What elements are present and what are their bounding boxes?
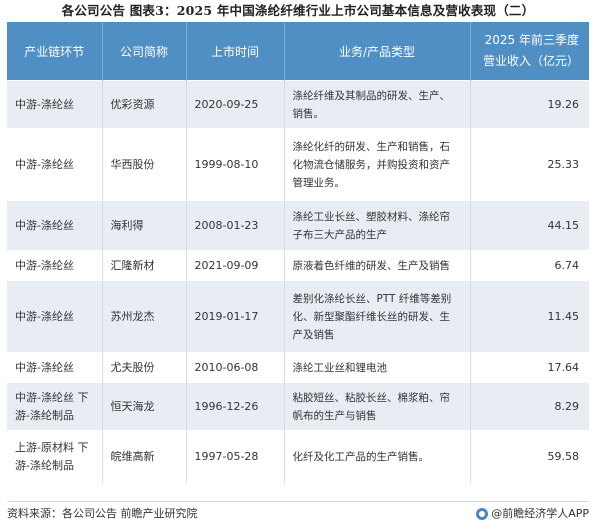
table-row: 中游-涤纶丝 汇隆新材 2021-09-09 原液着色纤维的研发、生产及销售 6… — [7, 250, 589, 281]
brand-text: @前瞻经济学人APP — [491, 507, 589, 520]
header-revenue-line2: 营业收入（亿元） — [482, 54, 579, 68]
cell-company: 汇隆新材 — [102, 250, 187, 281]
cell-company: 恒天海龙 — [102, 382, 187, 431]
table-row: 中游-涤纶丝 苏州龙杰 2019-01-17 差别化涤纶长丝、PTT 纤维等差别… — [7, 280, 589, 353]
cell-listed: 1999-08-10 — [186, 128, 285, 201]
header-revenue-line1: 2025 年前三季度 — [484, 33, 579, 47]
cell-chain: 中游-涤纶丝 — [7, 80, 103, 129]
cell-revenue: 19.26 — [470, 80, 589, 129]
cell-company: 苏州龙杰 — [102, 280, 187, 353]
cell-listed: 2021-09-09 — [186, 250, 285, 281]
table-row: 中游-涤纶丝 华西股份 1999-08-10 涤纶化纤的研发、生产和销售，石化物… — [7, 128, 589, 201]
header-listed: 上市时间 — [186, 22, 285, 81]
chart-title: 各公司公告 图表3：2025 年中国涤纶纤维行业上市公司基本信息及营收表现（二） — [61, 3, 535, 18]
cell-revenue: 59.58 — [470, 430, 589, 483]
cell-chain: 中游-涤纶丝 — [7, 128, 103, 201]
cell-listed: 2008-01-23 — [186, 200, 285, 251]
table-row: 中游-涤纶丝 尤夫股份 2010-06-08 涤纶工业丝和锂电池 17.64 — [7, 352, 589, 383]
brand-credit: @前瞻经济学人APP — [476, 504, 589, 524]
cell-revenue: 25.33 — [470, 128, 589, 201]
header-business: 业务/产品类型 — [284, 22, 471, 81]
cell-business: 原液着色纤维的研发、生产及销售 — [284, 250, 471, 281]
header-chain: 产业链环节 — [7, 22, 103, 81]
table-row: 中游-涤纶丝 下游-涤纶制品 恒天海龙 1996-12-26 粘胶短丝、粘胶长丝… — [7, 382, 589, 431]
cell-company: 皖维高新 — [102, 430, 187, 483]
cell-business: 涤纶工业长丝、塑胶材料、涤纶帘子布三大产品的生产 — [284, 200, 471, 251]
cell-chain: 上游-原材料 下游-涤纶制品 — [7, 430, 103, 483]
cell-company: 优彩资源 — [102, 80, 187, 129]
cell-company: 尤夫股份 — [102, 352, 187, 383]
company-table: 产业链环节 公司简称 上市时间 业务/产品类型 2025 年前三季度 营业收入（… — [7, 22, 589, 483]
cell-chain: 中游-涤纶丝 — [7, 352, 103, 383]
cell-listed: 2020-09-25 — [186, 80, 285, 129]
header-revenue: 2025 年前三季度 营业收入（亿元） — [470, 22, 589, 81]
cell-listed: 1997-05-28 — [186, 430, 285, 483]
table-row: 中游-涤纶丝 海利得 2008-01-23 涤纶工业长丝、塑胶材料、涤纶帘子布三… — [7, 200, 589, 251]
cell-listed: 2019-01-17 — [186, 280, 285, 353]
cell-revenue: 44.15 — [470, 200, 589, 251]
brand-logo-icon — [476, 508, 489, 520]
cell-company: 华西股份 — [102, 128, 187, 201]
cell-company: 海利得 — [102, 200, 187, 251]
table-row: 中游-涤纶丝 优彩资源 2020-09-25 涤纶纤维及其制品的研发、生产、销售… — [7, 80, 589, 129]
source-note: 资料来源：各公司公告 前瞻产业研究院 — [7, 507, 198, 520]
cell-revenue: 17.64 — [470, 352, 589, 383]
footer-divider — [7, 501, 589, 502]
cell-listed: 1996-12-26 — [186, 382, 285, 431]
table-row: 上游-原材料 下游-涤纶制品 皖维高新 1997-05-28 化纤及化工产品的生… — [7, 430, 589, 483]
cell-business: 涤纶工业丝和锂电池 — [284, 352, 471, 383]
cell-chain: 中游-涤纶丝 — [7, 250, 103, 281]
cell-chain: 中游-涤纶丝 — [7, 280, 103, 353]
table-header-row: 产业链环节 公司简称 上市时间 业务/产品类型 2025 年前三季度 营业收入（… — [7, 22, 589, 81]
cell-listed: 2010-06-08 — [186, 352, 285, 383]
cell-revenue: 11.45 — [470, 280, 589, 353]
cell-business: 差别化涤纶长丝、PTT 纤维等差别化、新型聚酯纤维长丝的研发、生产及销售 — [284, 280, 471, 353]
header-company: 公司简称 — [102, 22, 187, 81]
cell-revenue: 8.29 — [470, 382, 589, 431]
cell-business: 涤纶纤维及其制品的研发、生产、销售。 — [284, 80, 471, 129]
cell-chain: 中游-涤纶丝 下游-涤纶制品 — [7, 382, 103, 431]
cell-business: 粘胶短丝、粘胶长丝、棉浆粕、帘帆布的生产与销售 — [284, 382, 471, 431]
cell-chain: 中游-涤纶丝 — [7, 200, 103, 251]
cell-business: 化纤及化工产品的生产销售。 — [284, 430, 471, 483]
cell-revenue: 6.74 — [470, 250, 589, 281]
cell-business: 涤纶化纤的研发、生产和销售，石化物流仓储服务，并购投资和资产管理业务。 — [284, 128, 471, 201]
footer: 资料来源：各公司公告 前瞻产业研究院 @前瞻经济学人APP — [7, 504, 589, 524]
